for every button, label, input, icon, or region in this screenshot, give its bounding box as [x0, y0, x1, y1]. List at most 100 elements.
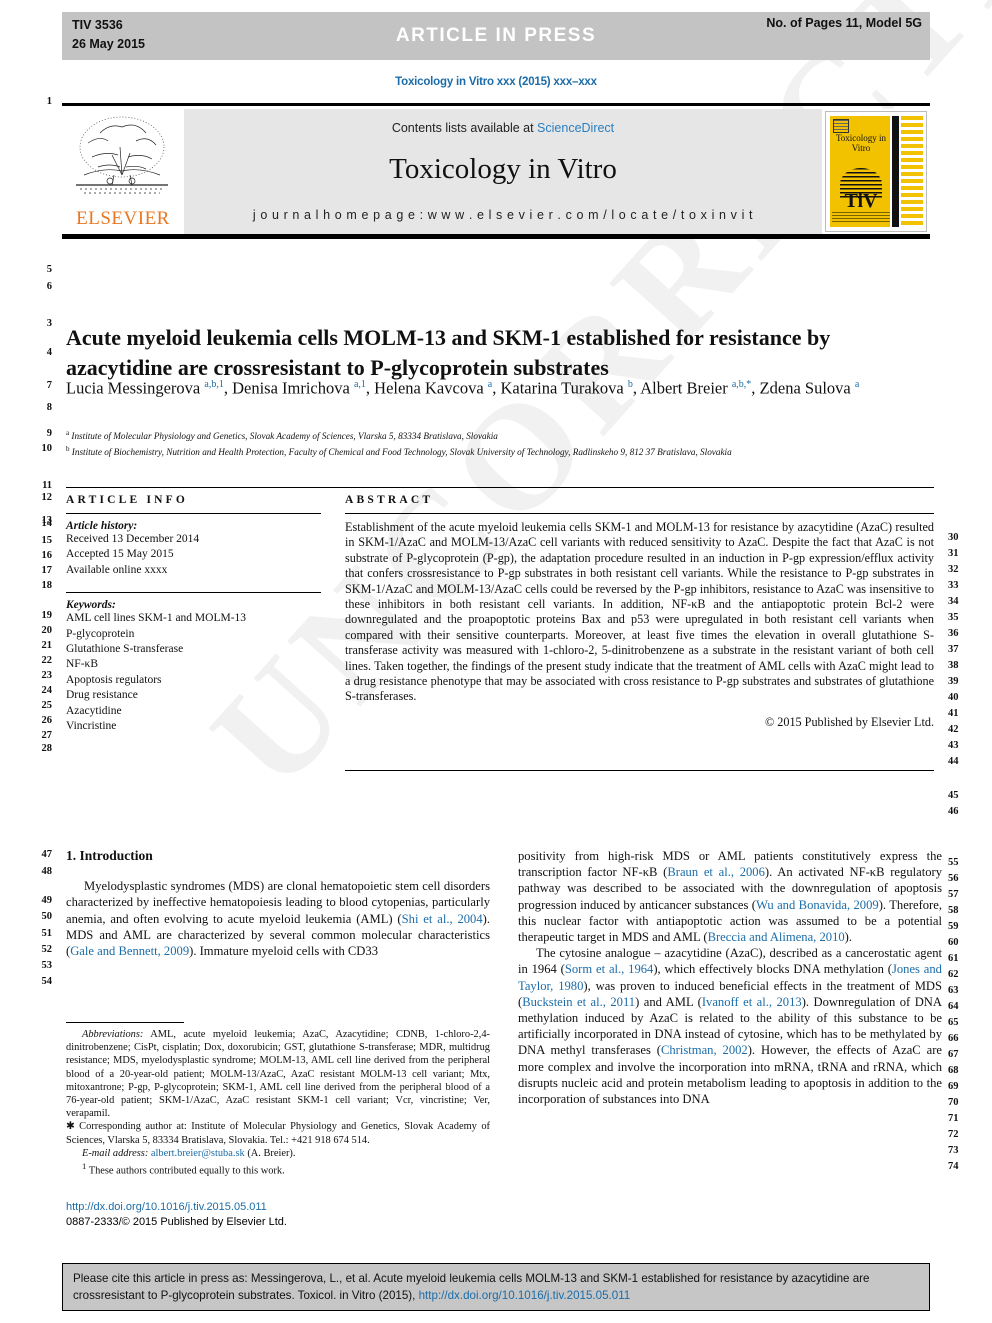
line-number-right: 74: [948, 1161, 959, 1172]
line-number-left: 8: [46, 402, 52, 413]
line-number-right: 58: [948, 905, 959, 916]
keywords-block: Keywords: AML cell lines SKM-1 and MOLM-…: [66, 592, 321, 734]
abstract-column: ABSTRACT Establishment of the acute myel…: [345, 494, 934, 730]
author-list: Lucia Messingerova a,b,1, Denisa Imricho…: [66, 378, 860, 398]
intro-paragraph-right-2: The cytosine analogue – azacytidine (Aza…: [518, 946, 942, 1107]
line-number-left: 24: [41, 685, 53, 696]
keyword-item: P-glycoprotein: [66, 627, 135, 640]
line-number-right: 73: [948, 1145, 959, 1156]
abstract-heading: ABSTRACT: [345, 494, 434, 506]
keywords-label: Keywords:: [66, 599, 116, 612]
elsevier-tree-icon: [76, 116, 168, 194]
line-number-right: 37: [948, 644, 959, 655]
journal-cover-thumbnail: Toxicology in Vitro TiV: [822, 109, 930, 234]
line-number-left: 15: [41, 535, 53, 546]
line-number-right: 43: [948, 740, 959, 751]
line-number-left: 53: [41, 960, 53, 971]
section-heading-introduction: 1. Introduction: [66, 848, 153, 863]
line-number-left: 9: [46, 428, 52, 439]
line-number-left: 27: [41, 730, 53, 741]
cover-footer-text-block: [832, 212, 890, 223]
line-number-right: 71: [948, 1113, 959, 1124]
affiliation-a: a Institute of Molecular Physiology and …: [66, 429, 498, 442]
please-cite-box: Please cite this article in press as: Me…: [62, 1263, 930, 1311]
elsevier-logo: ELSEVIER: [62, 109, 184, 234]
article-info-column: ARTICLE INFO Article history: Received 1…: [66, 494, 321, 734]
line-number-right: 42: [948, 724, 959, 735]
line-number-left: 48: [41, 866, 53, 877]
line-number-left: 47: [41, 849, 53, 860]
journal-title: Toxicology in Vitro: [389, 153, 617, 185]
line-number-left: 10: [41, 443, 53, 454]
line-number-left: 5: [46, 264, 52, 275]
abstract-bottom-rule: [345, 770, 934, 771]
journal-masthead: ELSEVIER Contents lists available at Sci…: [62, 103, 930, 234]
issn-copyright-line: 0887-2333/© 2015 Published by Elsevier L…: [66, 1215, 287, 1228]
journal-band: Contents lists available at ScienceDirec…: [184, 109, 822, 234]
keyword-item: NF-κB: [66, 658, 98, 671]
line-number-left: 18: [41, 580, 53, 591]
info-top-rule: [66, 487, 934, 488]
line-number-left: 20: [41, 625, 53, 636]
masthead-inner: ELSEVIER Contents lists available at Sci…: [62, 109, 930, 234]
footnote-separator-rule: [66, 1022, 184, 1023]
abbreviations-footnote: Abbreviations: AML, acute myeloid leukem…: [66, 1029, 490, 1120]
line-number-right: 69: [948, 1081, 959, 1092]
line-number-left: 49: [41, 895, 53, 906]
line-number-left: 52: [41, 944, 53, 955]
cover-publisher-box-icon: [833, 119, 849, 133]
journal-cover-inner: Toxicology in Vitro TiV: [825, 111, 927, 232]
line-number-right: 39: [948, 676, 959, 687]
article-info-rule: [66, 513, 321, 514]
line-number-right: 67: [948, 1049, 959, 1060]
line-number-right: 63: [948, 985, 959, 996]
line-number-left: 50: [41, 911, 53, 922]
line-number-left: 17: [41, 565, 53, 576]
line-number-right: 55: [948, 857, 959, 868]
line-number-right: 34: [948, 596, 959, 607]
line-number-right: 41: [948, 708, 959, 719]
keyword-item: Vincristine: [66, 720, 117, 733]
line-number-right: 35: [948, 612, 959, 623]
article-in-press-banner: TIV 3536 26 May 2015 ARTICLE IN PRESS No…: [62, 12, 930, 60]
email-footnote[interactable]: E-mail address: albert.breier@stuba.sk (…: [66, 1147, 490, 1160]
line-number-left: 4: [46, 347, 52, 358]
line-number-left: 7: [46, 380, 52, 391]
line-number-right: 33: [948, 580, 959, 591]
line-number-left: 14: [41, 518, 53, 529]
line-number-left: 19: [41, 610, 53, 621]
masthead-bottom-rule: [62, 234, 930, 239]
line-number-left: 6: [46, 281, 52, 292]
doi-link[interactable]: http://dx.doi.org/10.1016/j.tiv.2015.05.…: [66, 1200, 496, 1215]
affiliation-b-text: Institute of Biochemistry, Nutrition and…: [71, 447, 732, 458]
line-number-left: 22: [41, 655, 53, 666]
abstract-body: Establishment of the acute myeloid leuke…: [345, 520, 934, 704]
cover-stripes: [901, 116, 923, 227]
elsevier-wordmark: ELSEVIER: [76, 208, 170, 229]
line-number-right: 66: [948, 1033, 959, 1044]
line-number-left: 51: [41, 928, 53, 939]
line-number-right: 64: [948, 1001, 959, 1012]
history-accepted: Accepted 15 May 2015: [66, 548, 174, 561]
affiliation-a-text: Institute of Molecular Physiology and Ge…: [71, 431, 498, 442]
cite-doi-link[interactable]: http://dx.doi.org/10.1016/j.tiv.2015.05.…: [419, 1289, 631, 1302]
line-number-right: 44: [948, 756, 959, 767]
affiliation-list: a Institute of Molecular Physiology and …: [66, 427, 944, 459]
line-number-left: 28: [41, 743, 53, 754]
journal-homepage-line[interactable]: j o u r n a l h o m e p a g e : w w w . …: [184, 208, 822, 222]
line-number-left: 1: [46, 96, 52, 107]
line-number-left: 3: [46, 318, 52, 329]
keyword-item: Azacytidine: [66, 704, 122, 717]
doi-block: http://dx.doi.org/10.1016/j.tiv.2015.05.…: [66, 1200, 496, 1229]
sciencedirect-link[interactable]: ScienceDirect: [537, 121, 614, 135]
cover-spine-bar: [892, 116, 899, 227]
keyword-item: Drug resistance: [66, 689, 138, 702]
line-number-left: 25: [41, 700, 53, 711]
abstract-copyright: © 2015 Published by Elsevier Ltd.: [764, 714, 934, 729]
line-number-left: 21: [41, 640, 53, 651]
history-received: Received 13 December 2014: [66, 533, 200, 545]
line-number-left: 26: [41, 715, 53, 726]
contents-prefix: Contents lists available at: [391, 121, 538, 135]
equal-contribution-footnote: 1 These authors contributed equally to t…: [82, 1161, 285, 1177]
history-available-online: Available online xxxx: [66, 563, 168, 576]
